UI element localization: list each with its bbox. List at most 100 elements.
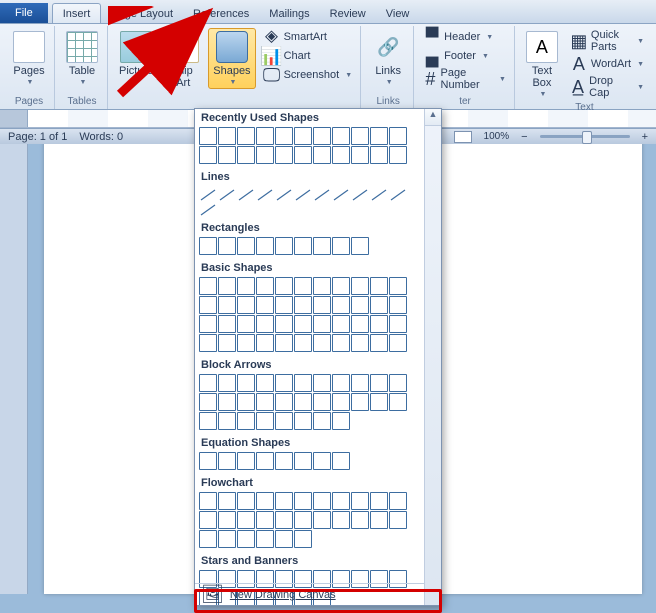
shape-item[interactable] <box>218 530 236 548</box>
shape-item[interactable] <box>351 315 369 333</box>
shape-item[interactable] <box>199 412 217 430</box>
shape-item[interactable] <box>313 186 331 200</box>
shape-item[interactable] <box>218 412 236 430</box>
shape-item[interactable] <box>199 201 217 215</box>
shape-item[interactable] <box>199 511 217 529</box>
smartart-button[interactable]: 🞛SmartArt <box>260 28 357 46</box>
status-page[interactable]: Page: 1 of 1 <box>8 131 67 143</box>
view-draft[interactable] <box>454 131 472 143</box>
shape-item[interactable] <box>218 452 236 470</box>
shape-item[interactable] <box>370 296 388 314</box>
shape-item[interactable] <box>275 146 293 164</box>
shape-item[interactable] <box>275 374 293 392</box>
shape-item[interactable] <box>351 277 369 295</box>
shape-item[interactable] <box>294 511 312 529</box>
shape-item[interactable] <box>199 277 217 295</box>
shape-item[interactable] <box>313 334 331 352</box>
shape-item[interactable] <box>237 452 255 470</box>
shape-item[interactable] <box>351 334 369 352</box>
shape-item[interactable] <box>294 146 312 164</box>
shape-item[interactable] <box>218 492 236 510</box>
tab-references[interactable]: References <box>183 4 259 23</box>
shape-item[interactable] <box>256 374 274 392</box>
tab-mailings[interactable]: Mailings <box>259 4 319 23</box>
shapes-gallery-scroll[interactable]: Recently Used Shapes Lines Rectangles Ba… <box>195 109 424 605</box>
shape-item[interactable] <box>199 393 217 411</box>
shape-item[interactable] <box>389 393 407 411</box>
shape-item[interactable] <box>351 511 369 529</box>
shape-item[interactable] <box>389 277 407 295</box>
new-drawing-canvas[interactable]: 🖼 New Drawing Canvas <box>195 583 424 605</box>
shape-item[interactable] <box>237 374 255 392</box>
shape-item[interactable] <box>218 334 236 352</box>
footer-button[interactable]: ▄Footer▼ <box>420 47 510 65</box>
shape-item[interactable] <box>294 237 312 255</box>
shape-item[interactable] <box>237 186 255 200</box>
shape-item[interactable] <box>275 277 293 295</box>
shape-item[interactable] <box>294 393 312 411</box>
shape-item[interactable] <box>256 127 274 145</box>
shape-item[interactable] <box>199 186 217 200</box>
shape-item[interactable] <box>389 374 407 392</box>
shape-item[interactable] <box>389 492 407 510</box>
shape-item[interactable] <box>332 315 350 333</box>
shape-item[interactable] <box>218 277 236 295</box>
shape-item[interactable] <box>351 237 369 255</box>
shape-item[interactable] <box>256 511 274 529</box>
gallery-icons-eq[interactable] <box>195 451 424 474</box>
shape-item[interactable] <box>370 277 388 295</box>
shape-item[interactable] <box>351 146 369 164</box>
shape-item[interactable] <box>218 127 236 145</box>
shape-item[interactable] <box>313 146 331 164</box>
shape-item[interactable] <box>199 237 217 255</box>
zoom-in-icon[interactable]: + <box>642 131 648 143</box>
wordart-button[interactable]: AWordArt▼ <box>567 55 648 73</box>
shape-item[interactable] <box>313 393 331 411</box>
textbox-button[interactable]: A Text Box ▼ <box>521 28 563 101</box>
shape-item[interactable] <box>294 492 312 510</box>
shape-item[interactable] <box>199 452 217 470</box>
shape-item[interactable] <box>351 393 369 411</box>
shape-item[interactable] <box>275 492 293 510</box>
tab-insert[interactable]: Insert <box>52 3 102 23</box>
shape-item[interactable] <box>256 412 274 430</box>
shape-item[interactable] <box>332 393 350 411</box>
shape-item[interactable] <box>370 492 388 510</box>
shape-item[interactable] <box>256 277 274 295</box>
shape-item[interactable] <box>294 452 312 470</box>
shape-item[interactable] <box>332 146 350 164</box>
shape-item[interactable] <box>313 277 331 295</box>
gallery-icons-recent[interactable] <box>195 126 424 168</box>
gallery-icons-basic[interactable] <box>195 276 424 356</box>
shape-item[interactable] <box>275 296 293 314</box>
shape-item[interactable] <box>218 146 236 164</box>
shape-item[interactable] <box>237 530 255 548</box>
tab-page-layout[interactable]: Page Layout <box>101 4 183 23</box>
links-button[interactable]: 🔗 Links ▼ <box>367 28 409 89</box>
gallery-icons-rects[interactable] <box>195 236 424 259</box>
shape-item[interactable] <box>370 127 388 145</box>
shape-item[interactable] <box>332 127 350 145</box>
shape-item[interactable] <box>275 452 293 470</box>
shape-item[interactable] <box>218 237 236 255</box>
shape-item[interactable] <box>218 393 236 411</box>
pagenum-button[interactable]: #Page Number▼ <box>420 66 510 92</box>
shape-item[interactable] <box>294 334 312 352</box>
picture-button[interactable]: Picture <box>114 28 158 80</box>
header-button[interactable]: ▀Header▼ <box>420 28 510 46</box>
shape-item[interactable] <box>275 237 293 255</box>
zoom-slider[interactable] <box>540 135 630 138</box>
shape-item[interactable] <box>351 127 369 145</box>
shape-item[interactable] <box>294 277 312 295</box>
gallery-icons-flow[interactable] <box>195 491 424 552</box>
shape-item[interactable] <box>351 374 369 392</box>
shape-item[interactable] <box>294 530 312 548</box>
shape-item[interactable] <box>256 334 274 352</box>
shape-item[interactable] <box>332 277 350 295</box>
shape-item[interactable] <box>275 393 293 411</box>
shape-item[interactable] <box>199 334 217 352</box>
tab-review[interactable]: Review <box>320 4 376 23</box>
shape-item[interactable] <box>275 530 293 548</box>
shape-item[interactable] <box>389 146 407 164</box>
shape-item[interactable] <box>218 186 236 200</box>
